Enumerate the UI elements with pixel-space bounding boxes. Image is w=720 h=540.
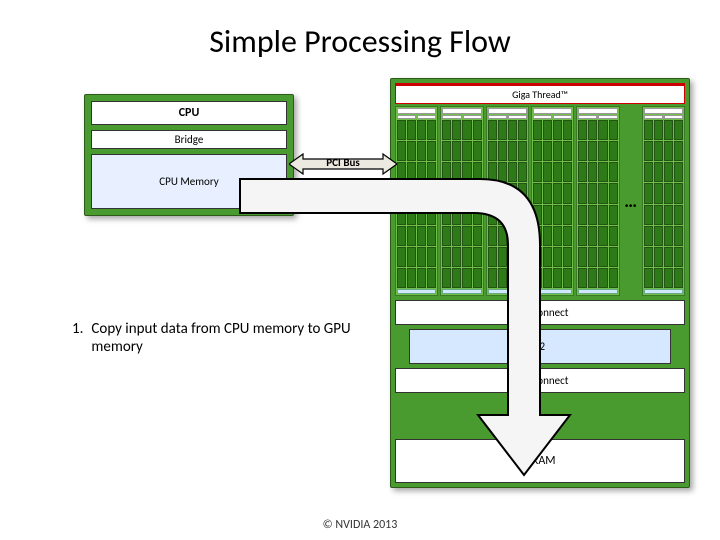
sm-column [642,106,685,296]
step-1: 1. Copy input data from CPU memory to GP… [72,320,382,356]
sm-ellipsis: … [622,106,640,296]
sm-column [576,106,619,296]
copyright: © NVIDIA 2013 [0,518,720,532]
step-text: Copy input data from CPU memory to GPU m… [91,320,371,356]
interconnect-label-2: Interconnect [395,368,685,393]
gpu-block: Giga Thread™ … Interconnect L2 Interconn… [390,78,690,488]
interconnect-label: Interconnect [395,300,685,325]
pci-bus-label: PCI Bus [289,152,397,174]
cpu-label: CPU [91,101,287,125]
giga-thread-label: Giga Thread™ [395,83,685,104]
step-number: 1. [72,320,88,338]
sm-column [440,106,483,296]
sm-column [486,106,529,296]
cpu-block: CPU Bridge CPU Memory [84,94,294,216]
slide-title: Simple Processing Flow [0,22,720,61]
bridge-label: Bridge [91,130,287,149]
sm-row: … [395,106,685,296]
sm-column [395,106,438,296]
l2-label: L2 [409,329,671,364]
cpu-memory-label: CPU Memory [91,154,287,209]
sm-column [531,106,574,296]
dram-label: DRAM [395,439,685,483]
